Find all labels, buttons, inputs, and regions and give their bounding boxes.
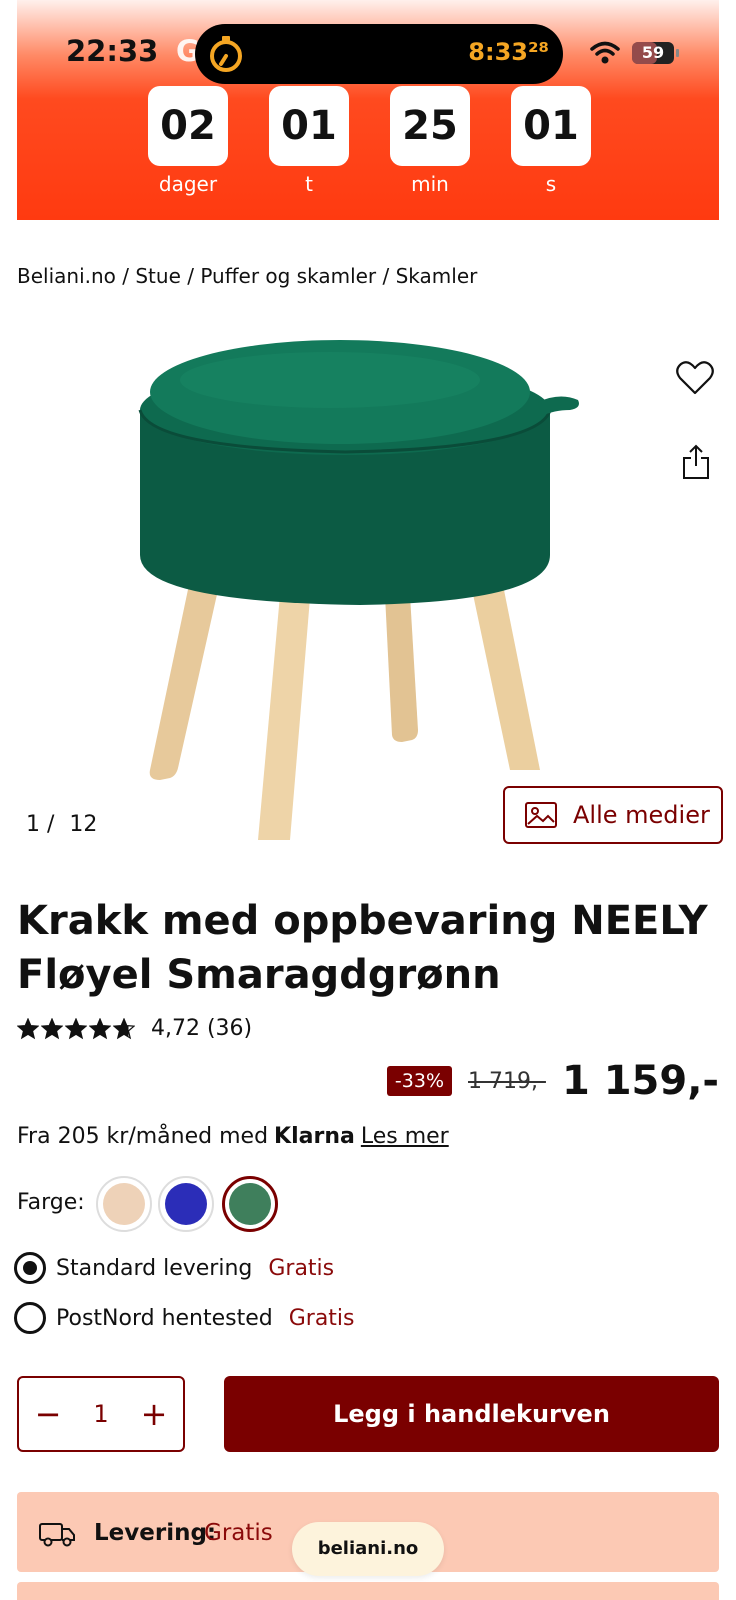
add-to-cart-button[interactable]: Legg i handlekurven xyxy=(224,1376,719,1452)
star-icon xyxy=(113,1017,135,1039)
color-swatch-blue[interactable] xyxy=(158,1176,214,1232)
battery-indicator: 59 xyxy=(632,42,674,64)
timer-icon xyxy=(210,36,242,72)
old-price: 1 719,- xyxy=(468,1068,546,1094)
product-title: Krakk med oppbevaring NEELY Fløyel Smara… xyxy=(17,898,708,998)
dynamic-island: 8:33²⁸ xyxy=(195,24,563,84)
countdown-hours-label: t xyxy=(305,172,313,196)
countdown-days-label: dager xyxy=(158,172,218,196)
countdown-timer: 02 dager 01 t 25 min 01 s xyxy=(0,86,736,206)
countdown-hours: 01 xyxy=(269,86,349,166)
quantity-stepper: − 1 + xyxy=(17,1376,185,1452)
radio-standard[interactable] xyxy=(14,1252,46,1284)
rating-text: 4,72 (36) xyxy=(151,1016,253,1041)
delivery-option-label: PostNord hentested xyxy=(56,1305,273,1331)
current-price: 1 159,- xyxy=(561,1058,719,1104)
delivery-info-value: Gratis xyxy=(204,1520,273,1546)
color-swatch-green[interactable] xyxy=(222,1176,278,1232)
breadcrumb-separator: / xyxy=(180,264,201,288)
gallery-separator: / xyxy=(47,812,55,837)
delivery-option-standard[interactable]: Standard levering Gratis xyxy=(14,1252,334,1284)
share-icon[interactable] xyxy=(682,444,710,480)
all-media-label: Alle medier xyxy=(573,801,710,829)
delivery-option-postnord[interactable]: PostNord hentested Gratis xyxy=(14,1302,355,1334)
countdown-days: 02 xyxy=(148,86,228,166)
read-more-link[interactable]: Les mer xyxy=(361,1124,449,1149)
quantity-value[interactable]: 1 xyxy=(93,1400,108,1428)
product-rating[interactable]: 4,72 (36) xyxy=(17,1016,252,1041)
breadcrumb-separator: / xyxy=(376,264,396,288)
battery-tip xyxy=(676,49,679,57)
gallery-total: 12 xyxy=(69,812,98,837)
financing-info: Fra 205 kr/måned med Klarna Les mer xyxy=(17,1124,449,1149)
breadcrumb-item-stue[interactable]: Stue xyxy=(135,264,181,288)
battery-level: 59 xyxy=(641,43,665,62)
color-swatch-beige[interactable] xyxy=(96,1176,152,1232)
browser-url-pill[interactable]: beliani.no xyxy=(292,1522,444,1576)
delivery-info-label: Levering: xyxy=(94,1520,217,1546)
star-icon xyxy=(89,1017,111,1039)
rating-stars xyxy=(17,1017,137,1040)
delivery-option-price: Gratis xyxy=(288,1305,355,1331)
product-image[interactable] xyxy=(130,340,600,860)
next-info-bar[interactable] xyxy=(17,1582,719,1600)
wifi-icon xyxy=(590,41,620,64)
heart-icon[interactable] xyxy=(676,360,714,396)
countdown-seconds-label: s xyxy=(545,172,557,196)
delivery-option-price: Gratis xyxy=(268,1255,335,1281)
gallery-current: 1 xyxy=(26,812,40,837)
image-icon xyxy=(525,802,557,828)
breadcrumb: Beliani.no / Stue / Puffer og skamler / … xyxy=(17,264,477,288)
breadcrumb-item-skamler[interactable]: Skamler xyxy=(396,264,478,288)
all-media-button[interactable]: Alle medier xyxy=(503,786,723,844)
delivery-option-label: Standard levering xyxy=(56,1255,253,1281)
truck-icon xyxy=(39,1523,75,1547)
breadcrumb-item-puffer[interactable]: Puffer og skamler xyxy=(200,264,376,288)
klarna-logo: Klarna xyxy=(274,1124,355,1149)
star-icon xyxy=(65,1017,87,1039)
color-label: Farge: xyxy=(17,1190,85,1215)
star-icon xyxy=(41,1017,63,1039)
financing-text: Fra 205 kr/måned med xyxy=(17,1124,269,1149)
quantity-increase-button[interactable]: + xyxy=(139,1395,169,1433)
live-activity-time: 8:33²⁸ xyxy=(468,38,549,66)
price-row: -33% 1 719,- 1 159,- xyxy=(386,1058,719,1104)
radio-postnord[interactable] xyxy=(14,1302,46,1334)
gallery-pager: 1 / 12 xyxy=(26,812,97,837)
quantity-decrease-button[interactable]: − xyxy=(33,1395,63,1433)
breadcrumb-separator: / xyxy=(115,264,136,288)
countdown-minutes: 25 xyxy=(390,86,470,166)
breadcrumb-item-home[interactable]: Beliani.no xyxy=(17,264,116,288)
countdown-minutes-label: min xyxy=(411,172,449,196)
discount-badge: -33% xyxy=(386,1066,453,1096)
status-time: 22:33 xyxy=(66,34,159,68)
star-icon xyxy=(17,1017,39,1039)
countdown-seconds: 01 xyxy=(511,86,591,166)
